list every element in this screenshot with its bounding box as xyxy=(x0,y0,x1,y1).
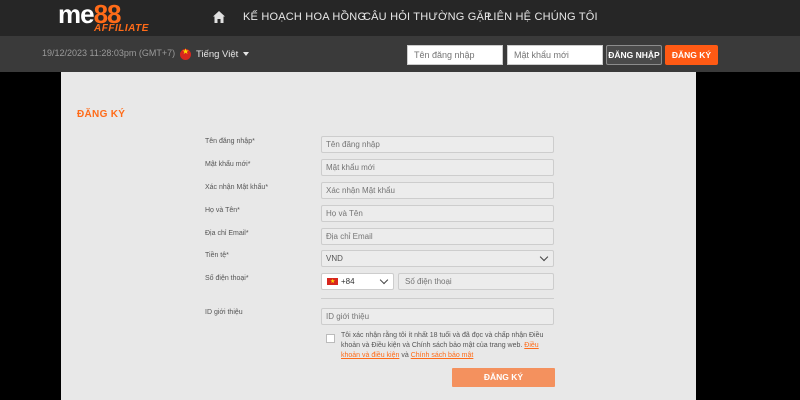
logo-subtitle: AFFILIATE xyxy=(94,23,149,34)
referral-id-input[interactable] xyxy=(321,308,554,325)
country-code-value: +84 xyxy=(341,277,355,286)
header-register-button[interactable]: ĐĂNG KÝ xyxy=(665,45,718,65)
utility-bar: 19/12/2023 11:28:03pm (GMT+7) Tiếng Việt… xyxy=(0,36,800,72)
nav-commission-plan[interactable]: KẾ HOẠCH HOA HỒNG xyxy=(243,11,366,23)
vietnam-flag-icon xyxy=(327,275,338,290)
username-label: Tên đăng nhập* xyxy=(205,138,255,145)
full-name-label: Họ và Tên* xyxy=(205,207,240,214)
caret-down-icon xyxy=(243,52,250,56)
password-label: Mật khẩu mới* xyxy=(205,161,251,168)
confirm-password-label: Xác nhận Mật khẩu* xyxy=(205,184,269,191)
phone-input[interactable] xyxy=(398,273,554,290)
consent-checkbox[interactable] xyxy=(326,334,335,343)
vietnam-flag-icon xyxy=(180,47,191,60)
home-icon[interactable] xyxy=(212,10,226,24)
currency-value: VND xyxy=(326,254,343,263)
country-code-select[interactable]: +84 xyxy=(321,273,394,290)
currency-label: Tiền tệ* xyxy=(205,252,229,259)
referral-id-label: ID giới thiệu xyxy=(205,309,243,316)
consent-statement: Tôi xác nhận rằng tôi ít nhất 18 tuổi và… xyxy=(341,332,544,349)
nav-contact-us[interactable]: LIÊN HỆ CHÚNG TÔI xyxy=(487,11,598,23)
currency-select[interactable]: VND xyxy=(321,250,554,267)
confirm-password-input[interactable] xyxy=(321,182,554,199)
full-name-input[interactable] xyxy=(321,205,554,222)
privacy-link[interactable]: Chính sách bảo mật xyxy=(411,352,474,359)
language-selector[interactable]: Tiếng Việt xyxy=(180,46,250,62)
consent-text: Tôi xác nhận rằng tôi ít nhất 18 tuổi và… xyxy=(341,331,556,361)
top-header: me88 AFFILIATE KẾ HOẠCH HOA HỒNG CÂU HỎI… xyxy=(0,0,800,36)
username-input[interactable] xyxy=(321,136,554,153)
phone-label: Số điện thoại* xyxy=(205,275,249,282)
email-input[interactable] xyxy=(321,228,554,245)
divider xyxy=(321,298,554,299)
me88-affiliate-logo[interactable]: me88 AFFILIATE xyxy=(58,0,168,34)
submit-register-button[interactable]: ĐĂNG KÝ xyxy=(452,368,555,387)
header-password-input[interactable] xyxy=(507,45,603,65)
email-label: Địa chỉ Email* xyxy=(205,230,249,237)
datetime-display: 19/12/2023 11:28:03pm (GMT+7) xyxy=(42,48,176,58)
consent-and: và xyxy=(401,352,409,359)
login-button[interactable]: ĐĂNG NHẬP xyxy=(606,45,662,65)
chevron-down-icon xyxy=(379,275,389,285)
password-input[interactable] xyxy=(321,159,554,176)
header-username-input[interactable] xyxy=(407,45,503,65)
page-title: ĐĂNG KÝ xyxy=(77,109,126,120)
nav-faq[interactable]: CÂU HỎI THƯỜNG GẶP xyxy=(363,11,492,23)
chevron-down-icon xyxy=(539,252,549,262)
language-label: Tiếng Việt xyxy=(196,48,239,60)
registration-panel: ĐĂNG KÝ Tên đăng nhập* Mật khẩu mới* Xác… xyxy=(61,72,696,400)
